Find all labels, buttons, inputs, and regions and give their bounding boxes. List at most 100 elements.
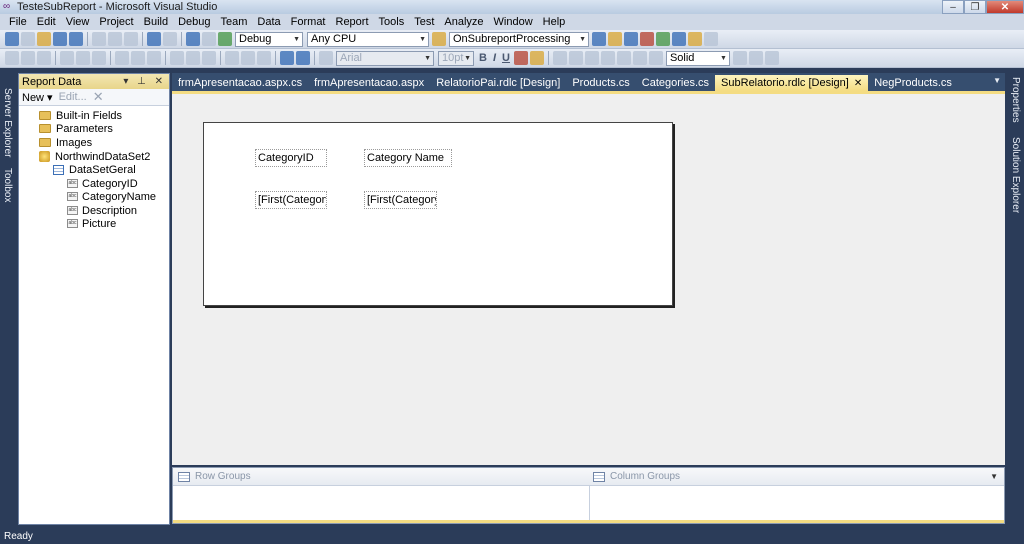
background-color-icon[interactable]	[529, 51, 544, 65]
edit-button[interactable]: Edit...	[59, 91, 87, 103]
menu-report[interactable]: Report	[331, 14, 374, 30]
grouping-options-dropdown[interactable]: ▼	[990, 472, 998, 481]
paste-icon[interactable]	[124, 32, 138, 46]
properties-tab[interactable]: Properties	[1010, 77, 1021, 123]
command-window-icon[interactable]	[688, 32, 702, 46]
tree-item-images[interactable]: Images	[39, 136, 92, 149]
align-center-text-icon[interactable]	[568, 51, 583, 65]
border-color-icon[interactable]	[748, 51, 763, 65]
align-rights-icon[interactable]	[37, 51, 51, 65]
borders-icon[interactable]	[764, 51, 779, 65]
decrease-spacing-icon[interactable]	[202, 51, 216, 65]
close-tab-icon[interactable]: ✕	[854, 78, 862, 89]
center-vertically-icon[interactable]	[296, 51, 310, 65]
menu-format[interactable]: Format	[286, 14, 331, 30]
numbered-list-icon[interactable]	[616, 51, 631, 65]
object-browser-icon[interactable]	[624, 32, 638, 46]
save-all-icon[interactable]	[69, 32, 83, 46]
tree-item-field[interactable]: abc CategoryName	[67, 190, 156, 203]
italic-button[interactable]: I	[493, 52, 496, 64]
undo-icon[interactable]	[147, 32, 161, 46]
align-centers-icon[interactable]	[21, 51, 35, 65]
delete-icon[interactable]: ✕	[93, 89, 104, 105]
font-color-icon[interactable]	[513, 51, 528, 65]
textbox-category-name-expression[interactable]: [First(CategoryI	[364, 191, 437, 209]
cut-icon[interactable]	[92, 32, 106, 46]
toolbox-tab[interactable]: Toolbox	[2, 168, 13, 202]
textbox-header-category-id[interactable]: CategoryID	[255, 149, 327, 167]
textbox-header-category-name[interactable]: Category Name	[364, 149, 452, 167]
menu-analyze[interactable]: Analyze	[439, 14, 488, 30]
align-tops-icon[interactable]	[60, 51, 74, 65]
toolbox-icon[interactable]	[640, 32, 654, 46]
solution-platform-select[interactable]: Any CPU ▼	[307, 31, 429, 47]
redo-icon[interactable]	[163, 32, 177, 46]
horizontal-spacing-icon[interactable]	[170, 51, 184, 65]
bring-to-front-icon[interactable]	[319, 51, 333, 65]
tab-relatoriopai-design[interactable]: RelatorioPai.rdlc [Design]	[430, 75, 566, 91]
tree-item-dataset-source[interactable]: NorthwindDataSet2	[39, 150, 150, 163]
tab-categories-cs[interactable]: Categories.cs	[636, 75, 715, 91]
align-left-text-icon[interactable]	[552, 51, 567, 65]
textbox-category-id-expression[interactable]: [First(CategoryI	[255, 191, 327, 209]
solution-explorer-tab[interactable]: Solution Explorer	[1010, 137, 1021, 213]
server-explorer-tab[interactable]: Server Explorer	[2, 88, 13, 157]
find-icon[interactable]	[202, 32, 216, 46]
border-width-icon[interactable]	[732, 51, 747, 65]
make-same-height-icon[interactable]	[131, 51, 145, 65]
solution-configuration-select[interactable]: Debug ▼	[235, 31, 303, 47]
menu-team[interactable]: Team	[216, 14, 253, 30]
font-size-select[interactable]: 10pt ▼	[438, 50, 474, 66]
open-file-icon[interactable]	[37, 32, 51, 46]
underline-button[interactable]: U	[502, 52, 510, 64]
menu-project[interactable]: Project	[94, 14, 138, 30]
menu-tools[interactable]: Tools	[374, 14, 410, 30]
align-lefts-icon[interactable]	[5, 51, 19, 65]
new-project-icon[interactable]	[5, 32, 19, 46]
increase-indent-icon[interactable]	[648, 51, 663, 65]
close-button[interactable]: ✕	[986, 0, 1024, 14]
find-in-files-icon[interactable]	[432, 32, 446, 46]
start-page-icon[interactable]	[656, 32, 670, 46]
menu-debug[interactable]: Debug	[173, 14, 215, 30]
extension-manager-icon[interactable]	[672, 32, 686, 46]
menu-build[interactable]: Build	[139, 14, 173, 30]
tree-item-field[interactable]: abc CategoryID	[67, 177, 138, 190]
make-same-width-icon[interactable]	[115, 51, 129, 65]
tree-item-dataset[interactable]: DataSetGeral	[53, 163, 136, 176]
minimize-button[interactable]: –	[942, 0, 964, 14]
menu-view[interactable]: View	[61, 14, 95, 30]
decrease-vertical-spacing-icon[interactable]	[257, 51, 271, 65]
menu-file[interactable]: File	[4, 14, 32, 30]
find-combo[interactable]: OnSubreportProcessing ▼	[449, 31, 589, 47]
align-middles-icon[interactable]	[76, 51, 90, 65]
menu-help[interactable]: Help	[538, 14, 571, 30]
restore-button[interactable]: ❐	[964, 0, 986, 14]
report-body[interactable]: CategoryID Category Name [First(Category…	[203, 122, 673, 306]
start-debugging-icon[interactable]	[218, 32, 232, 46]
tree-item-field[interactable]: abc Picture	[67, 217, 116, 230]
font-family-select[interactable]: Arial ▼	[336, 50, 434, 66]
vertical-spacing-icon[interactable]	[225, 51, 239, 65]
pane-controls[interactable]: ▾ ⊥ ✕	[123, 76, 166, 87]
align-right-text-icon[interactable]	[584, 51, 599, 65]
more-tools-icon[interactable]	[704, 32, 718, 46]
make-same-size-icon[interactable]	[147, 51, 161, 65]
tab-subrelatorio-design[interactable]: SubRelatorio.rdlc [Design] ✕	[715, 75, 869, 91]
tab-negproducts-cs[interactable]: NegProducts.cs	[868, 75, 958, 91]
align-bottoms-icon[interactable]	[92, 51, 106, 65]
save-icon[interactable]	[53, 32, 67, 46]
copy-icon[interactable]	[108, 32, 122, 46]
menu-test[interactable]: Test	[409, 14, 439, 30]
tree-item-builtin-fields[interactable]: Built-in Fields	[39, 109, 122, 122]
increase-vertical-spacing-icon[interactable]	[241, 51, 255, 65]
border-style-select[interactable]: Solid ▼	[665, 50, 730, 66]
tab-frmapresentacao-aspx-cs[interactable]: frmApresentacao.aspx.cs	[172, 75, 308, 91]
tree-item-parameters[interactable]: Parameters	[39, 122, 113, 135]
bulleted-list-icon[interactable]	[600, 51, 615, 65]
new-dropdown-button[interactable]: New ▾	[22, 91, 53, 104]
menu-data[interactable]: Data	[252, 14, 285, 30]
solution-explorer-icon[interactable]	[592, 32, 606, 46]
decrease-indent-icon[interactable]	[632, 51, 647, 65]
menu-window[interactable]: Window	[489, 14, 538, 30]
